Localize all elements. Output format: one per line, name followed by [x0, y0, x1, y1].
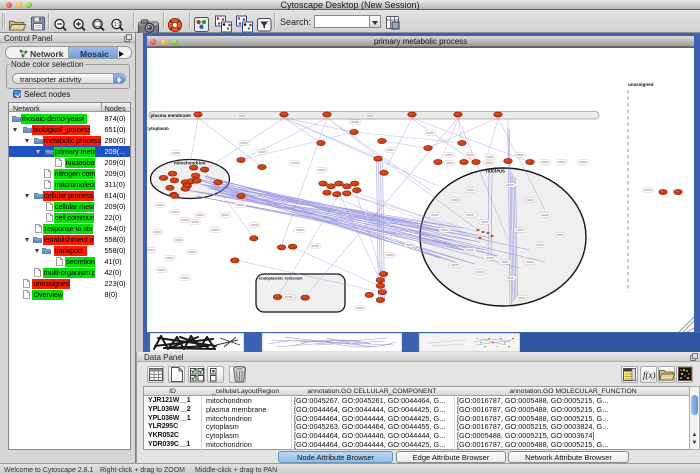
svg-text:unassigned: unassigned: [628, 82, 654, 87]
svg-text:1:1: 1:1: [114, 22, 121, 28]
svg-text:mitochondrion: mitochondrion: [174, 161, 206, 166]
svg-text:f(x): f(x): [643, 370, 656, 380]
svg-text:endoplasmic reticulum: endoplasmic reticulum: [259, 276, 303, 281]
svg-text:plasma membrane: plasma membrane: [151, 113, 192, 118]
svg-text:cytoplasm: cytoplasm: [147, 126, 169, 131]
